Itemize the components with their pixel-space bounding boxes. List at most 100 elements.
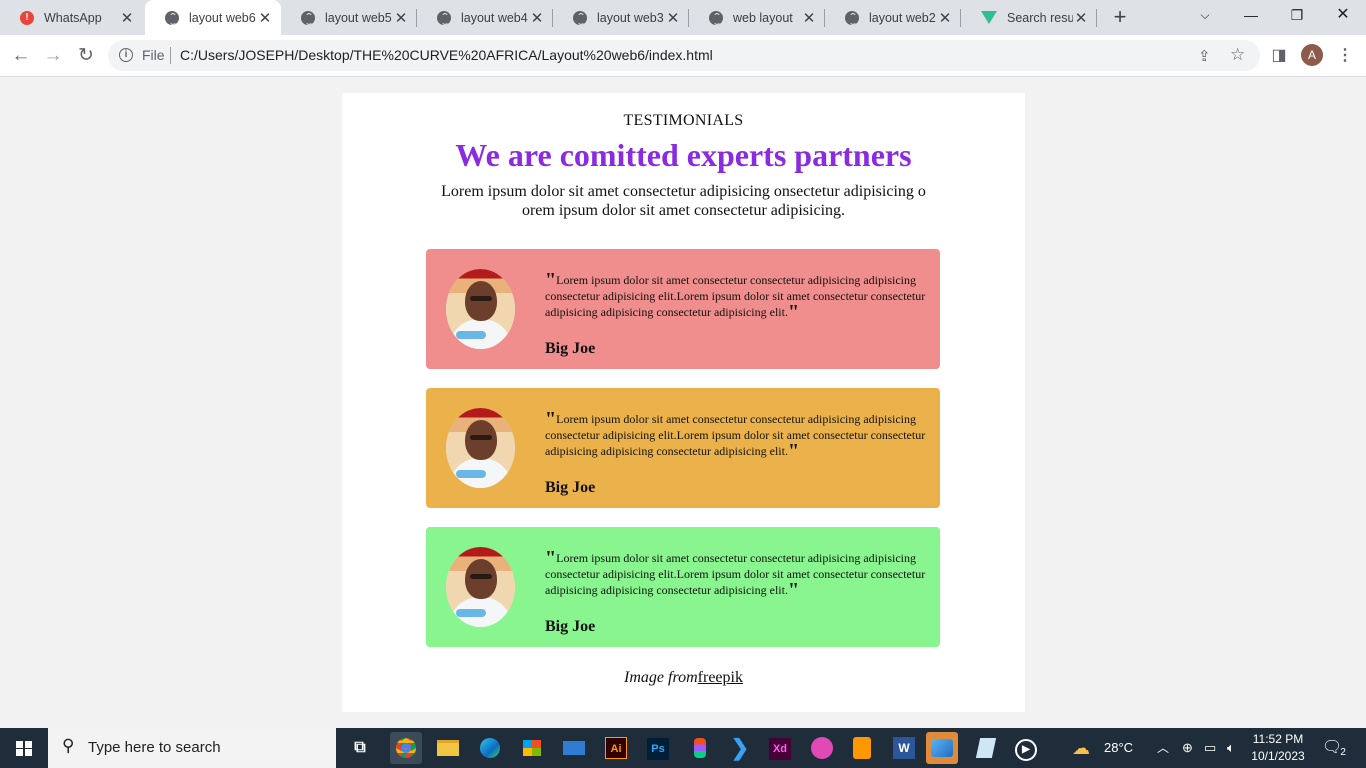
testimonial-author: Big Joe — [545, 340, 596, 357]
testimonials-section: TESTIMONIALS We are comitted experts par… — [342, 93, 1025, 712]
restore-button[interactable]: ❐ — [1274, 0, 1320, 35]
forward-arrow-icon[interactable]: → — [40, 43, 66, 69]
illustrator-label: Ai — [605, 737, 627, 759]
clock-time: 11:52 PM — [1252, 732, 1304, 746]
tab-layout-web5[interactable]: layout web5 ✕ — [281, 0, 417, 35]
media-player-icon[interactable]: ▶ — [1010, 732, 1042, 764]
xd-icon[interactable]: Xd — [764, 732, 796, 764]
menu-dots-icon[interactable]: ⋮ — [1333, 44, 1357, 68]
notification-icon[interactable]: 🗨︎2 — [1322, 728, 1348, 768]
close-icon[interactable]: ✕ — [257, 9, 273, 27]
weather-temp[interactable]: 28°C — [1104, 728, 1133, 768]
chrome-icon[interactable] — [390, 732, 422, 764]
section-headline: We are comitted experts partners — [455, 137, 912, 173]
info-icon[interactable]: i — [119, 48, 133, 62]
globe-icon — [165, 10, 179, 25]
store-icon[interactable] — [516, 732, 548, 764]
volume-icon[interactable]: 🔈︎ — [1227, 728, 1235, 768]
tab-strip: ! WhatsApp ✕ layout web6 ✕ layout web5 ✕… — [0, 0, 1366, 35]
windows-taskbar: ⚲ Type here to search ⧉ Ai Ps ❯ Xd W ▶ ☁… — [0, 728, 1366, 768]
minimize-button[interactable]: — — [1228, 0, 1274, 35]
testimonial-quote: "Lorem ipsum dolor sit amet consectetur … — [545, 408, 931, 462]
photoshop-label: Ps — [647, 738, 669, 760]
tab-search-result[interactable]: Search result ✕ — [961, 0, 1097, 35]
tab-web-layout[interactable]: web layout ✕ — [689, 0, 825, 35]
word-label: W — [893, 737, 915, 759]
chevron-up-icon[interactable]: ︿ — [1157, 728, 1169, 768]
tab-label: layout web6 — [189, 10, 256, 25]
new-tab-button[interactable]: + — [1108, 5, 1132, 29]
tab-label: web layout — [733, 10, 793, 25]
back-arrow-icon[interactable]: ← — [8, 43, 34, 69]
testimonial-card: "Lorem ipsum dolor sit amet consectetur … — [426, 249, 940, 369]
close-quote-mark: " — [787, 579, 800, 601]
network-icon[interactable]: ⊕ — [1182, 728, 1193, 768]
scheme-label: File — [142, 47, 165, 63]
battery-icon[interactable]: ▭ — [1204, 728, 1216, 768]
vue-icon — [981, 11, 997, 24]
vscode-icon[interactable]: ❯ — [724, 732, 756, 764]
sublime-icon[interactable] — [846, 732, 878, 764]
close-window-button[interactable]: ✕ — [1320, 0, 1366, 35]
address-bar[interactable]: i File C:/Users/JOSEPH/Desktop/THE%20CUR… — [108, 40, 1260, 71]
illustrator-icon[interactable]: Ai — [600, 732, 632, 764]
tab-layout-web6[interactable]: layout web6 ✕ — [145, 0, 281, 35]
taskbar-search[interactable]: ⚲ Type here to search — [48, 728, 336, 768]
globe-icon — [573, 10, 587, 25]
profile-photo — [446, 269, 515, 349]
testimonial-author: Big Joe — [545, 618, 596, 635]
tab-whatsapp[interactable]: ! WhatsApp ✕ — [0, 0, 143, 35]
system-clock[interactable]: 11:52 PM 10/1/2023 — [1250, 731, 1306, 765]
figma-icon[interactable] — [684, 732, 716, 764]
freepik-link[interactable]: freepik — [698, 669, 743, 686]
testimonial-author: Big Joe — [545, 479, 596, 496]
close-icon[interactable]: ✕ — [1073, 9, 1089, 27]
tab-label: layout web3 — [597, 10, 664, 25]
bookmark-star-icon[interactable]: ☆ — [1230, 45, 1245, 65]
testimonial-card: "Lorem ipsum dolor sit amet consectetur … — [426, 527, 940, 647]
notepad-icon[interactable] — [970, 732, 1002, 764]
close-icon[interactable]: ✕ — [665, 9, 681, 27]
avatar[interactable]: A — [1301, 44, 1323, 66]
tab-label: layout web2 — [869, 10, 936, 25]
photos-icon[interactable] — [926, 732, 958, 764]
tab-layout-web2[interactable]: layout web2 ✕ — [825, 0, 961, 35]
open-quote-mark: " — [545, 408, 557, 430]
credit-prefix: Image from — [624, 669, 698, 686]
side-panel-icon[interactable]: ◨ — [1267, 44, 1291, 68]
url-text[interactable]: C:/Users/JOSEPH/Desktop/THE%20CURVE%20AF… — [180, 47, 713, 63]
mail-icon[interactable] — [558, 732, 590, 764]
quote-text: Lorem ipsum dolor sit amet consectetur c… — [545, 273, 926, 319]
tab-layout-web4[interactable]: layout web4 ✕ — [417, 0, 553, 35]
word-icon[interactable]: W — [888, 732, 920, 764]
windows-logo-icon — [16, 741, 32, 756]
close-icon[interactable]: ✕ — [393, 9, 409, 27]
close-icon[interactable]: ✕ — [801, 9, 817, 27]
task-view-icon[interactable]: ⧉ — [344, 732, 376, 764]
open-quote-mark: " — [545, 547, 557, 569]
profile-photo — [446, 408, 515, 488]
quote-text: Lorem ipsum dolor sit amet consectetur c… — [545, 551, 926, 597]
close-icon[interactable]: ✕ — [529, 9, 545, 27]
section-kicker: TESTIMONIALS — [623, 112, 744, 129]
reload-icon[interactable]: ↻ — [73, 43, 99, 69]
globe-icon — [709, 10, 723, 25]
tab-layout-web3[interactable]: layout web3 ✕ — [553, 0, 689, 35]
testimonial-quote: "Lorem ipsum dolor sit amet consectetur … — [545, 270, 931, 322]
weather-icon[interactable]: ☁ — [1072, 728, 1090, 768]
close-icon[interactable]: ✕ — [937, 9, 953, 27]
tab-label: layout web4 — [461, 10, 528, 25]
edge-icon[interactable] — [474, 732, 506, 764]
profile-photo — [446, 547, 515, 627]
close-quote-mark: " — [787, 440, 800, 462]
file-explorer-icon[interactable] — [432, 732, 464, 764]
notification-count: 2 — [1340, 747, 1346, 758]
image-credit: Image fromfreepik — [342, 669, 1025, 687]
wps-icon[interactable] — [806, 732, 838, 764]
start-button[interactable] — [0, 728, 48, 768]
browser-toolbar: ← → ↻ i File C:/Users/JOSEPH/Desktop/THE… — [0, 35, 1366, 77]
photoshop-icon[interactable]: Ps — [642, 732, 674, 764]
tab-search-chevron-icon[interactable]: ⌵ — [1182, 0, 1228, 35]
close-icon[interactable]: ✕ — [119, 9, 135, 27]
share-icon[interactable]: ⇪ — [1198, 47, 1211, 65]
